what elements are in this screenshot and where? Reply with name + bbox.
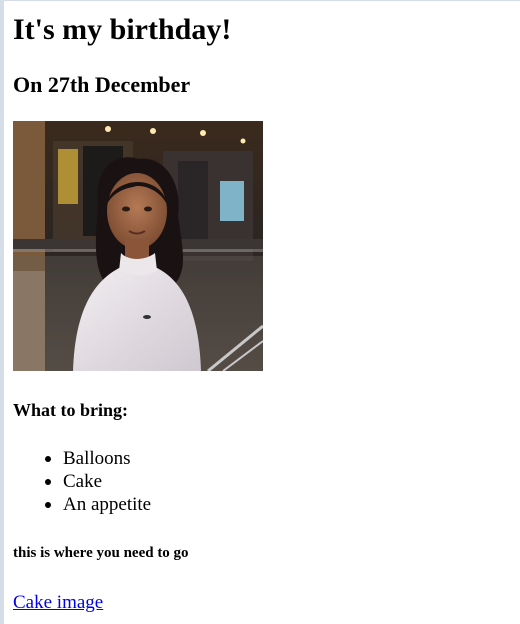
bullet-icon — [45, 502, 51, 508]
list-item-label: Cake — [63, 471, 103, 492]
bring-heading: What to bring: — [13, 400, 129, 420]
bring-list: Balloons Cake An appetite — [13, 447, 151, 516]
directions-text: this is where you need to go — [13, 545, 189, 561]
page: It's my birthday! On 27th December What … — [0, 0, 520, 624]
bullet-icon — [45, 479, 51, 485]
list-item: An appetite — [13, 493, 151, 516]
bullet-icon — [45, 456, 51, 462]
list-item: Cake — [13, 470, 151, 493]
list-item-label: An appetite — [63, 494, 152, 515]
list-item: Balloons — [13, 447, 151, 470]
cake-image-link[interactable]: Cake image — [13, 591, 103, 614]
date-subheading: On 27th December — [13, 72, 191, 97]
list-item-label: Balloons — [63, 448, 131, 469]
birthday-photo — [13, 121, 263, 371]
page-title: It's my birthday! — [13, 13, 232, 46]
